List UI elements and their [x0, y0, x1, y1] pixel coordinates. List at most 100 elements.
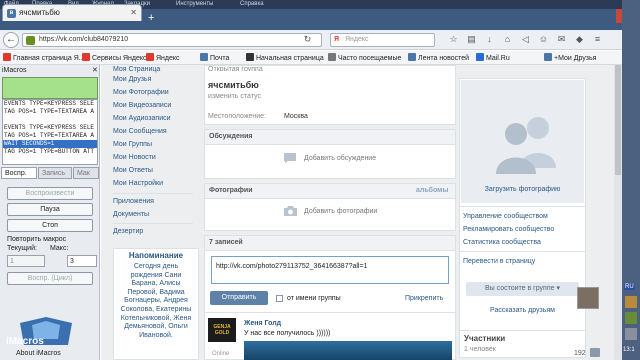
loop-button[interactable]: Воспр. (Цикл)	[7, 272, 93, 285]
tab-manage[interactable]: Мак	[73, 167, 99, 179]
menu-apps[interactable]: Приложения	[113, 198, 154, 205]
menu-documents[interactable]: Документы	[113, 211, 149, 218]
community-stats-link[interactable]: Статистика сообщества	[463, 239, 541, 246]
divider	[459, 251, 586, 252]
location-label: Местоположение:	[208, 113, 267, 120]
share-icon[interactable]: ◁	[520, 34, 531, 45]
bookmark-item[interactable]: Почта	[200, 53, 229, 62]
log-line: TAG POS=1 TYPE=TEXTAREA A	[4, 132, 95, 139]
scrollbar-thumb[interactable]	[615, 65, 621, 175]
menu-my-news[interactable]: Мои Новости	[113, 154, 156, 161]
reminder-text[interactable]: Сегодня день рождения Сани Барана, Алисы…	[117, 263, 195, 340]
url-input[interactable]: https://vk.com/club84079210	[22, 33, 322, 47]
menu-my-friends[interactable]: Мои Друзья	[113, 76, 151, 83]
menu-my-videos[interactable]: Мои Видеозаписи	[113, 102, 171, 109]
stop-button[interactable]: Стоп	[7, 219, 93, 232]
tray-icon[interactable]	[625, 296, 637, 308]
menu-my-messages[interactable]: Мои Сообщения	[113, 128, 167, 135]
post-author-avatar[interactable]: GENJA GOLD	[208, 318, 236, 342]
membership-dropdown[interactable]: Вы состоите в группе ▾	[466, 282, 579, 296]
tray-icon[interactable]	[625, 312, 637, 324]
download-icon[interactable]: ↓	[484, 34, 495, 45]
post-textarea[interactable]: http://vk.com/photo279113752_364166387?a…	[211, 256, 449, 284]
search-input[interactable]: Я Яндекс	[330, 33, 435, 47]
online-status: Online	[212, 351, 230, 357]
albums-link[interactable]: альбомы	[416, 187, 448, 194]
macro-log[interactable]: EVENTS TYPE=KEYPRESS SELE TAG POS=1 TYPE…	[2, 99, 98, 165]
bookmarks-bar: Главная страница Я... Сервисы Яндекса Ян…	[0, 51, 640, 65]
new-tab-icon[interactable]: +	[148, 12, 154, 24]
vk-icon	[544, 53, 552, 61]
menu-my-answers[interactable]: Мои Ответы	[113, 167, 153, 174]
move-to-page-link[interactable]: Перевести в страницу	[463, 258, 535, 265]
menu-my-page[interactable]: Моя Страница	[113, 66, 160, 73]
attach-link[interactable]: Прикрепить	[405, 295, 443, 302]
star-icon[interactable]: ☆	[448, 34, 459, 45]
post-image[interactable]	[244, 341, 452, 360]
bookmarks-list-icon[interactable]: ▤	[466, 34, 477, 45]
current-field[interactable]: 1	[7, 255, 45, 267]
language-indicator[interactable]: RU	[624, 284, 635, 290]
replay-button[interactable]: Воспроизвести	[7, 187, 93, 200]
bookmark-item[interactable]: Часто посещаемые	[328, 53, 401, 62]
menu-my-settings[interactable]: Мои Настройки	[113, 180, 163, 187]
current-label: Текущий:	[7, 245, 37, 252]
change-status-link[interactable]: изменить статус	[208, 93, 261, 100]
bookmark-item[interactable]: Главная страница Я...	[3, 53, 85, 62]
log-line: TAG POS=1 TYPE=TEXTAREA A	[4, 108, 95, 115]
discussion-icon	[284, 153, 296, 163]
menu-my-groups[interactable]: Мои Группы	[113, 141, 152, 148]
members-count[interactable]: 1 человек	[464, 346, 496, 353]
tell-friends-link[interactable]: Рассказать друзьям	[461, 307, 584, 314]
people-icon[interactable]	[590, 348, 600, 357]
back-arrow-icon[interactable]: ←	[3, 32, 19, 48]
log-line: EVENTS TYPE=KEYPRESS SELE	[4, 124, 95, 131]
discussions-header[interactable]: Обсуждения	[205, 130, 455, 145]
reload-icon[interactable]: ↻	[302, 34, 313, 45]
bookmark-item[interactable]: Лента новостей	[408, 53, 469, 62]
post-author[interactable]: Женя Голд	[244, 320, 281, 327]
menu-help[interactable]: Справка	[240, 1, 264, 7]
clock: 13:1	[623, 347, 635, 353]
wall-header: 7 записей	[205, 236, 455, 251]
about-link[interactable]: About iMacros	[16, 350, 61, 357]
close-tab-icon[interactable]: ✕	[130, 8, 137, 17]
menu-hamburger-icon[interactable]: ≡	[592, 34, 603, 45]
browser-tab[interactable]: в ячсмитьбю ✕	[2, 4, 142, 21]
menu-app-dezertir[interactable]: Дезертир	[113, 228, 143, 235]
manage-community-link[interactable]: Управление сообществом	[463, 213, 548, 220]
tab-play[interactable]: Воспр.	[1, 167, 37, 179]
menu-tools[interactable]: Инструменты	[176, 1, 213, 7]
bookmark-item[interactable]: +Мои Друзья	[544, 53, 596, 62]
bookmark-item[interactable]: Сервисы Яндекса	[82, 53, 150, 62]
from-group-checkbox[interactable]	[276, 295, 283, 302]
chat-icon[interactable]: ☺	[538, 34, 549, 45]
volume-icon[interactable]	[625, 328, 637, 340]
add-photos-link[interactable]: Добавить фотографии	[304, 208, 377, 215]
advertise-community-link[interactable]: Рекламировать сообщество	[463, 226, 554, 233]
imacros-title: iMacros	[2, 67, 27, 74]
divider	[459, 330, 586, 331]
reminder-title: Напоминание	[128, 251, 184, 260]
tab-record[interactable]: Запись	[38, 167, 72, 179]
bookmark-item[interactable]: Mail.Ru	[476, 53, 510, 62]
max-field[interactable]: 3	[67, 255, 97, 267]
members-header[interactable]: Участники	[464, 334, 505, 343]
home-icon[interactable]: ⌂	[502, 34, 513, 45]
close-icon[interactable]: ✕	[92, 66, 98, 74]
send-button[interactable]: Отправить	[210, 291, 268, 305]
bookmark-item[interactable]: Начальная страница	[246, 53, 324, 62]
divider	[459, 206, 586, 207]
pause-button[interactable]: Пауза	[7, 203, 93, 216]
menu-my-photos[interactable]: Мои Фотографии	[113, 89, 169, 96]
addon-icon[interactable]: ◆	[574, 34, 585, 45]
friends-count-badge[interactable]: 192	[574, 350, 586, 357]
add-discussion-link[interactable]: Добавить обсуждение	[304, 155, 376, 162]
from-group-label: от имени группы	[287, 295, 341, 302]
chat-avatar[interactable]	[577, 287, 599, 309]
menu-my-audio[interactable]: Мои Аудиозаписи	[113, 115, 171, 122]
mail-icon[interactable]: ✉	[556, 34, 567, 45]
bookmark-item[interactable]: Яндекс	[146, 53, 180, 62]
upload-photo-link[interactable]: Загрузить фотографию	[461, 186, 584, 193]
